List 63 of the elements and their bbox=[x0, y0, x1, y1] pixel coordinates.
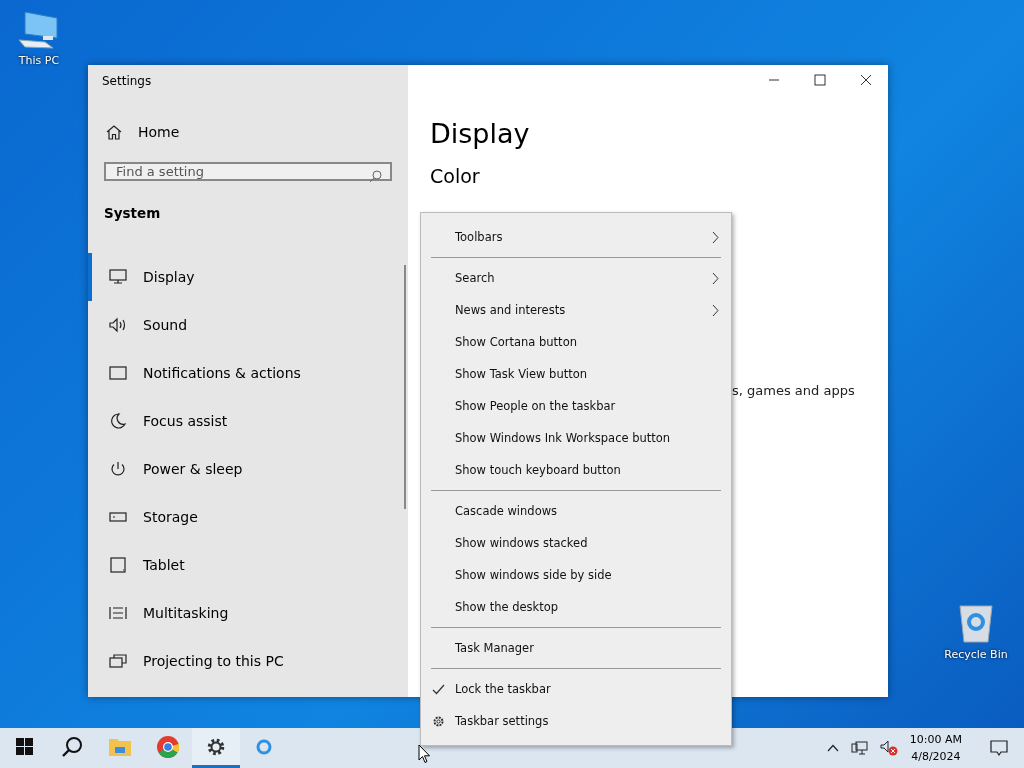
sound-icon bbox=[109, 317, 127, 333]
multitasking-icon bbox=[109, 605, 127, 621]
section-heading: System bbox=[104, 205, 161, 221]
browser-logo-icon bbox=[156, 734, 180, 759]
sidebar-item[interactable]: Tablet bbox=[88, 541, 408, 589]
time-text: 10:00 AM bbox=[909, 732, 962, 748]
home-link[interactable]: Home bbox=[138, 124, 180, 140]
chevron-up-icon[interactable] bbox=[826, 744, 839, 752]
notification-icon[interactable] bbox=[990, 739, 1008, 757]
gear-icon bbox=[206, 736, 226, 757]
muted-speaker-icon[interactable] bbox=[879, 740, 898, 756]
sidebar-item[interactable]: Sound bbox=[88, 301, 408, 349]
window-title: Settings bbox=[102, 74, 152, 88]
sidebar-item[interactable]: Notifications & actions bbox=[88, 349, 408, 397]
taskbar-button[interactable] bbox=[192, 728, 240, 768]
menu-item[interactable]: Show windows stacked bbox=[421, 527, 731, 559]
menu-item[interactable]: Toolbars bbox=[421, 221, 731, 253]
menu-item[interactable]: Show Windows Ink Workspace button bbox=[421, 422, 731, 454]
date-text: 4/8/2024 bbox=[911, 749, 961, 765]
storage-icon bbox=[109, 509, 127, 525]
sidebar-item[interactable]: Storage bbox=[88, 493, 408, 541]
menu-item[interactable]: Show People on the taskbar bbox=[421, 390, 731, 422]
menu-item[interactable]: Lock the taskbar bbox=[421, 673, 731, 705]
power-icon bbox=[109, 461, 127, 477]
menu-item[interactable]: Show windows side by side bbox=[421, 559, 731, 591]
home-icon[interactable] bbox=[106, 124, 122, 140]
sidebar-item[interactable]: Projecting to this PC bbox=[88, 637, 408, 685]
ring-icon bbox=[256, 738, 272, 755]
computer-icon[interactable] bbox=[17, 10, 61, 50]
focus-icon bbox=[109, 413, 127, 429]
sidebar-item[interactable]: Power & sleep bbox=[88, 445, 408, 493]
menu-item[interactable]: Show the desktop bbox=[421, 591, 731, 623]
menu-item[interactable]: News and interests bbox=[421, 294, 731, 326]
tablet-icon bbox=[109, 557, 127, 573]
mouse-cursor-icon bbox=[418, 744, 431, 764]
gear-icon bbox=[431, 714, 445, 728]
search-field[interactable]: Find a setting bbox=[104, 162, 392, 181]
recycle-bin-icon[interactable] bbox=[958, 602, 994, 644]
search-icon[interactable] bbox=[369, 170, 382, 183]
close-icon[interactable] bbox=[860, 74, 872, 86]
menu-item[interactable]: Search bbox=[421, 262, 731, 294]
clock[interactable]: 10:00 AM 4/8/2024 bbox=[909, 731, 962, 765]
menu-item[interactable]: Cascade windows bbox=[421, 495, 731, 527]
display-icon bbox=[109, 269, 127, 285]
projecting-icon bbox=[109, 653, 127, 669]
desktop-icon-label[interactable]: This PC bbox=[18, 54, 60, 67]
menu-item[interactable]: Show touch keyboard button bbox=[421, 454, 731, 486]
menu-item[interactable]: Show Cortana button bbox=[421, 326, 731, 358]
windows-logo-icon bbox=[15, 738, 33, 755]
menu-item[interactable]: Task Manager bbox=[421, 632, 731, 664]
description-text: s, games and apps bbox=[732, 383, 855, 398]
notifications-icon bbox=[109, 365, 127, 381]
network-icon[interactable] bbox=[850, 740, 868, 756]
menu-item[interactable]: Show Task View button bbox=[421, 358, 731, 390]
desktop-icon-label[interactable]: Recycle Bin bbox=[944, 648, 1008, 661]
section-heading: Color bbox=[430, 165, 481, 187]
maximize-icon[interactable] bbox=[814, 74, 826, 86]
page-heading: Display bbox=[430, 118, 531, 149]
sidebar-item[interactable]: Focus assist bbox=[88, 397, 408, 445]
sidebar-item[interactable]: Multitasking bbox=[88, 589, 408, 637]
folder-icon bbox=[109, 737, 131, 756]
menu-item[interactable]: Taskbar settings bbox=[421, 705, 731, 737]
search-icon bbox=[61, 735, 83, 758]
